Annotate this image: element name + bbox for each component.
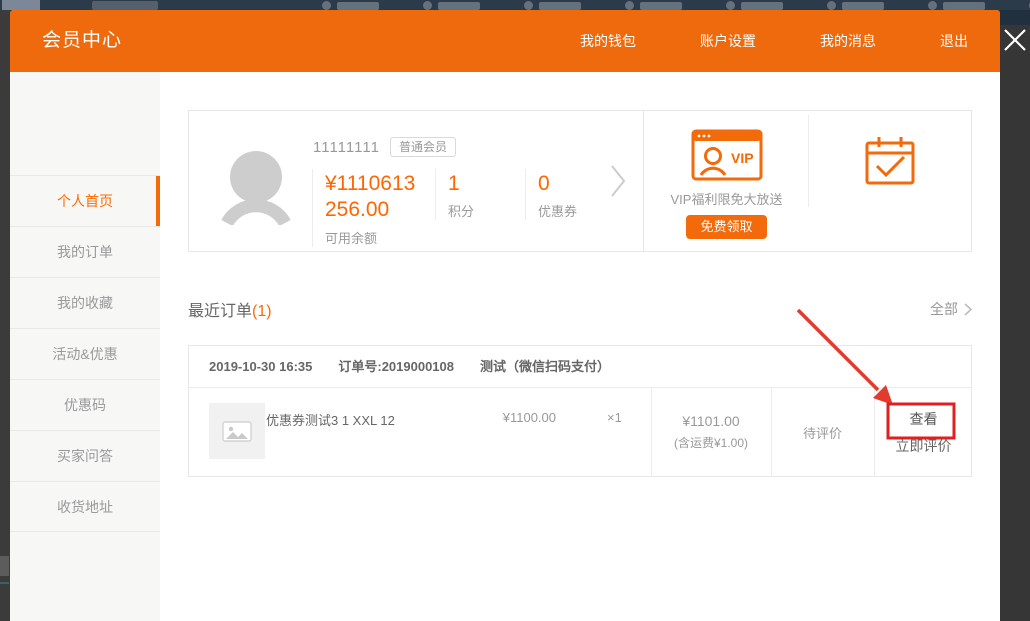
view-all-label: 全部 bbox=[930, 299, 958, 319]
nav-my-wallet[interactable]: 我的钱包 bbox=[580, 31, 636, 51]
recent-orders-count: (1) bbox=[252, 303, 272, 320]
close-button[interactable] bbox=[1001, 26, 1029, 54]
sidebar-item-activities-offers[interactable]: 活动&优惠 bbox=[10, 328, 160, 379]
coupons-value: 0 bbox=[538, 171, 609, 197]
vip-promo-caption: VIP福利限免大放送 bbox=[644, 189, 809, 208]
member-level-badge: 普通会员 bbox=[390, 137, 456, 157]
recent-orders-title-text: 最近订单 bbox=[188, 303, 252, 320]
chevron-right-small-icon bbox=[964, 303, 972, 316]
sidebar-item-shipping-address[interactable]: 收货地址 bbox=[10, 481, 160, 532]
background-left-strip bbox=[0, 10, 10, 621]
background-nav-items bbox=[322, 1, 1030, 10]
coupons-label: 优惠券 bbox=[538, 201, 609, 220]
background-page-navbar bbox=[0, 0, 1030, 10]
order-total: ¥1101.00 bbox=[682, 413, 739, 429]
order-actions-column: 查看 立即评价 bbox=[874, 388, 973, 476]
sidebar-item-personal-home[interactable]: 个人首页 bbox=[10, 175, 160, 226]
product-name[interactable]: 优惠券测试3 1 XXL 12 bbox=[266, 410, 395, 429]
vip-icon-text: VIP bbox=[731, 150, 754, 166]
header-nav: 我的钱包 账户设置 我的消息 退出 bbox=[580, 10, 968, 72]
screen: 会员中心 我的钱包 账户设置 我的消息 退出 个人首页 我的订单 我的收藏 活动… bbox=[0, 0, 1030, 621]
page-title: 会员中心 bbox=[42, 10, 122, 72]
background-nav-text-fragment bbox=[92, 1, 158, 10]
sidebar: 个人首页 我的订单 我的收藏 活动&优惠 优惠码 买家问答 收货地址 bbox=[10, 72, 160, 621]
balance-stat[interactable]: ¥1110613256.00 可用余额 bbox=[312, 169, 435, 247]
calendar-section[interactable] bbox=[809, 111, 971, 251]
nav-my-messages[interactable]: 我的消息 bbox=[820, 31, 876, 51]
background-right-navbar-strip bbox=[1000, 10, 1030, 25]
sidebar-item-my-orders[interactable]: 我的订单 bbox=[10, 226, 160, 277]
balance-label: 可用余额 bbox=[325, 228, 423, 247]
username: 11111111 bbox=[313, 139, 380, 156]
order-shipping-fee: (含运费¥1.00) bbox=[674, 434, 748, 451]
recent-orders-title: 最近订单(1) bbox=[188, 303, 272, 320]
coupons-stat[interactable]: 0 优惠券 bbox=[525, 169, 621, 220]
sidebar-item-my-favorites[interactable]: 我的收藏 bbox=[10, 277, 160, 328]
image-icon bbox=[209, 403, 265, 459]
view-all-orders-link[interactable]: 全部 bbox=[930, 299, 972, 319]
product-image-placeholder[interactable] bbox=[209, 403, 265, 459]
member-center-modal: 会员中心 我的钱包 账户设置 我的消息 退出 个人首页 我的订单 我的收藏 活动… bbox=[10, 10, 1000, 621]
order-card: 2019-10-30 16:35 订单号:2019000108 测试（微信扫码支… bbox=[188, 345, 972, 477]
nav-logout[interactable]: 退出 bbox=[940, 31, 968, 51]
close-icon bbox=[1001, 26, 1029, 54]
vip-promo-section: VIP VIP福利限免大放送 免费领取 bbox=[644, 111, 809, 251]
order-datetime: 2019-10-30 16:35 bbox=[209, 346, 312, 387]
background-logo bbox=[2, 0, 40, 10]
points-label: 积分 bbox=[448, 201, 513, 220]
order-total-column: ¥1101.00 (含运费¥1.00) bbox=[651, 388, 771, 476]
order-card-header: 2019-10-30 16:35 订单号:2019000108 测试（微信扫码支… bbox=[189, 346, 971, 388]
background-content-line bbox=[0, 582, 9, 584]
user-stats: ¥1110613256.00 可用余额 1 积分 0 优惠券 bbox=[312, 169, 621, 247]
order-number: 订单号:2019000108 bbox=[338, 346, 454, 387]
background-content-fragment bbox=[0, 556, 9, 576]
recent-orders-header: 最近订单(1) 全部 bbox=[188, 297, 972, 321]
review-now-button[interactable]: 立即评价 bbox=[896, 437, 952, 455]
user-info-card[interactable]: 11111111 普通会员 ¥1110613256.00 可用余额 1 积分 0… bbox=[188, 110, 644, 252]
person-icon bbox=[217, 147, 295, 225]
sidebar-item-buyer-qa[interactable]: 买家问答 bbox=[10, 430, 160, 481]
free-claim-button[interactable]: 免费领取 bbox=[686, 215, 766, 239]
vip-promo-card: VIP VIP福利限免大放送 免费领取 bbox=[643, 110, 972, 252]
product-price: ¥1100.00 bbox=[474, 410, 556, 425]
vip-browser-icon: VIP bbox=[644, 129, 809, 186]
points-stat[interactable]: 1 积分 bbox=[435, 169, 525, 220]
nav-account-settings[interactable]: 账户设置 bbox=[700, 31, 756, 51]
avatar bbox=[217, 147, 295, 225]
calendar-check-icon bbox=[809, 133, 971, 194]
modal-header: 会员中心 我的钱包 账户设置 我的消息 退出 bbox=[10, 10, 1000, 72]
product-quantity: ×1 bbox=[607, 410, 622, 425]
chevron-right-icon[interactable] bbox=[610, 163, 627, 204]
sidebar-item-coupon-code[interactable]: 优惠码 bbox=[10, 379, 160, 430]
points-value: 1 bbox=[448, 171, 513, 197]
balance-value: ¥1110613256.00 bbox=[325, 171, 423, 224]
order-note: 测试（微信扫码支付） bbox=[480, 346, 610, 387]
order-status: 待评价 bbox=[771, 388, 874, 476]
background-right-strip bbox=[1000, 25, 1030, 621]
order-card-body: 优惠券测试3 1 XXL 12 ¥1100.00 ×1 ¥1101.00 (含运… bbox=[189, 388, 971, 476]
view-order-button[interactable]: 查看 bbox=[910, 410, 938, 428]
